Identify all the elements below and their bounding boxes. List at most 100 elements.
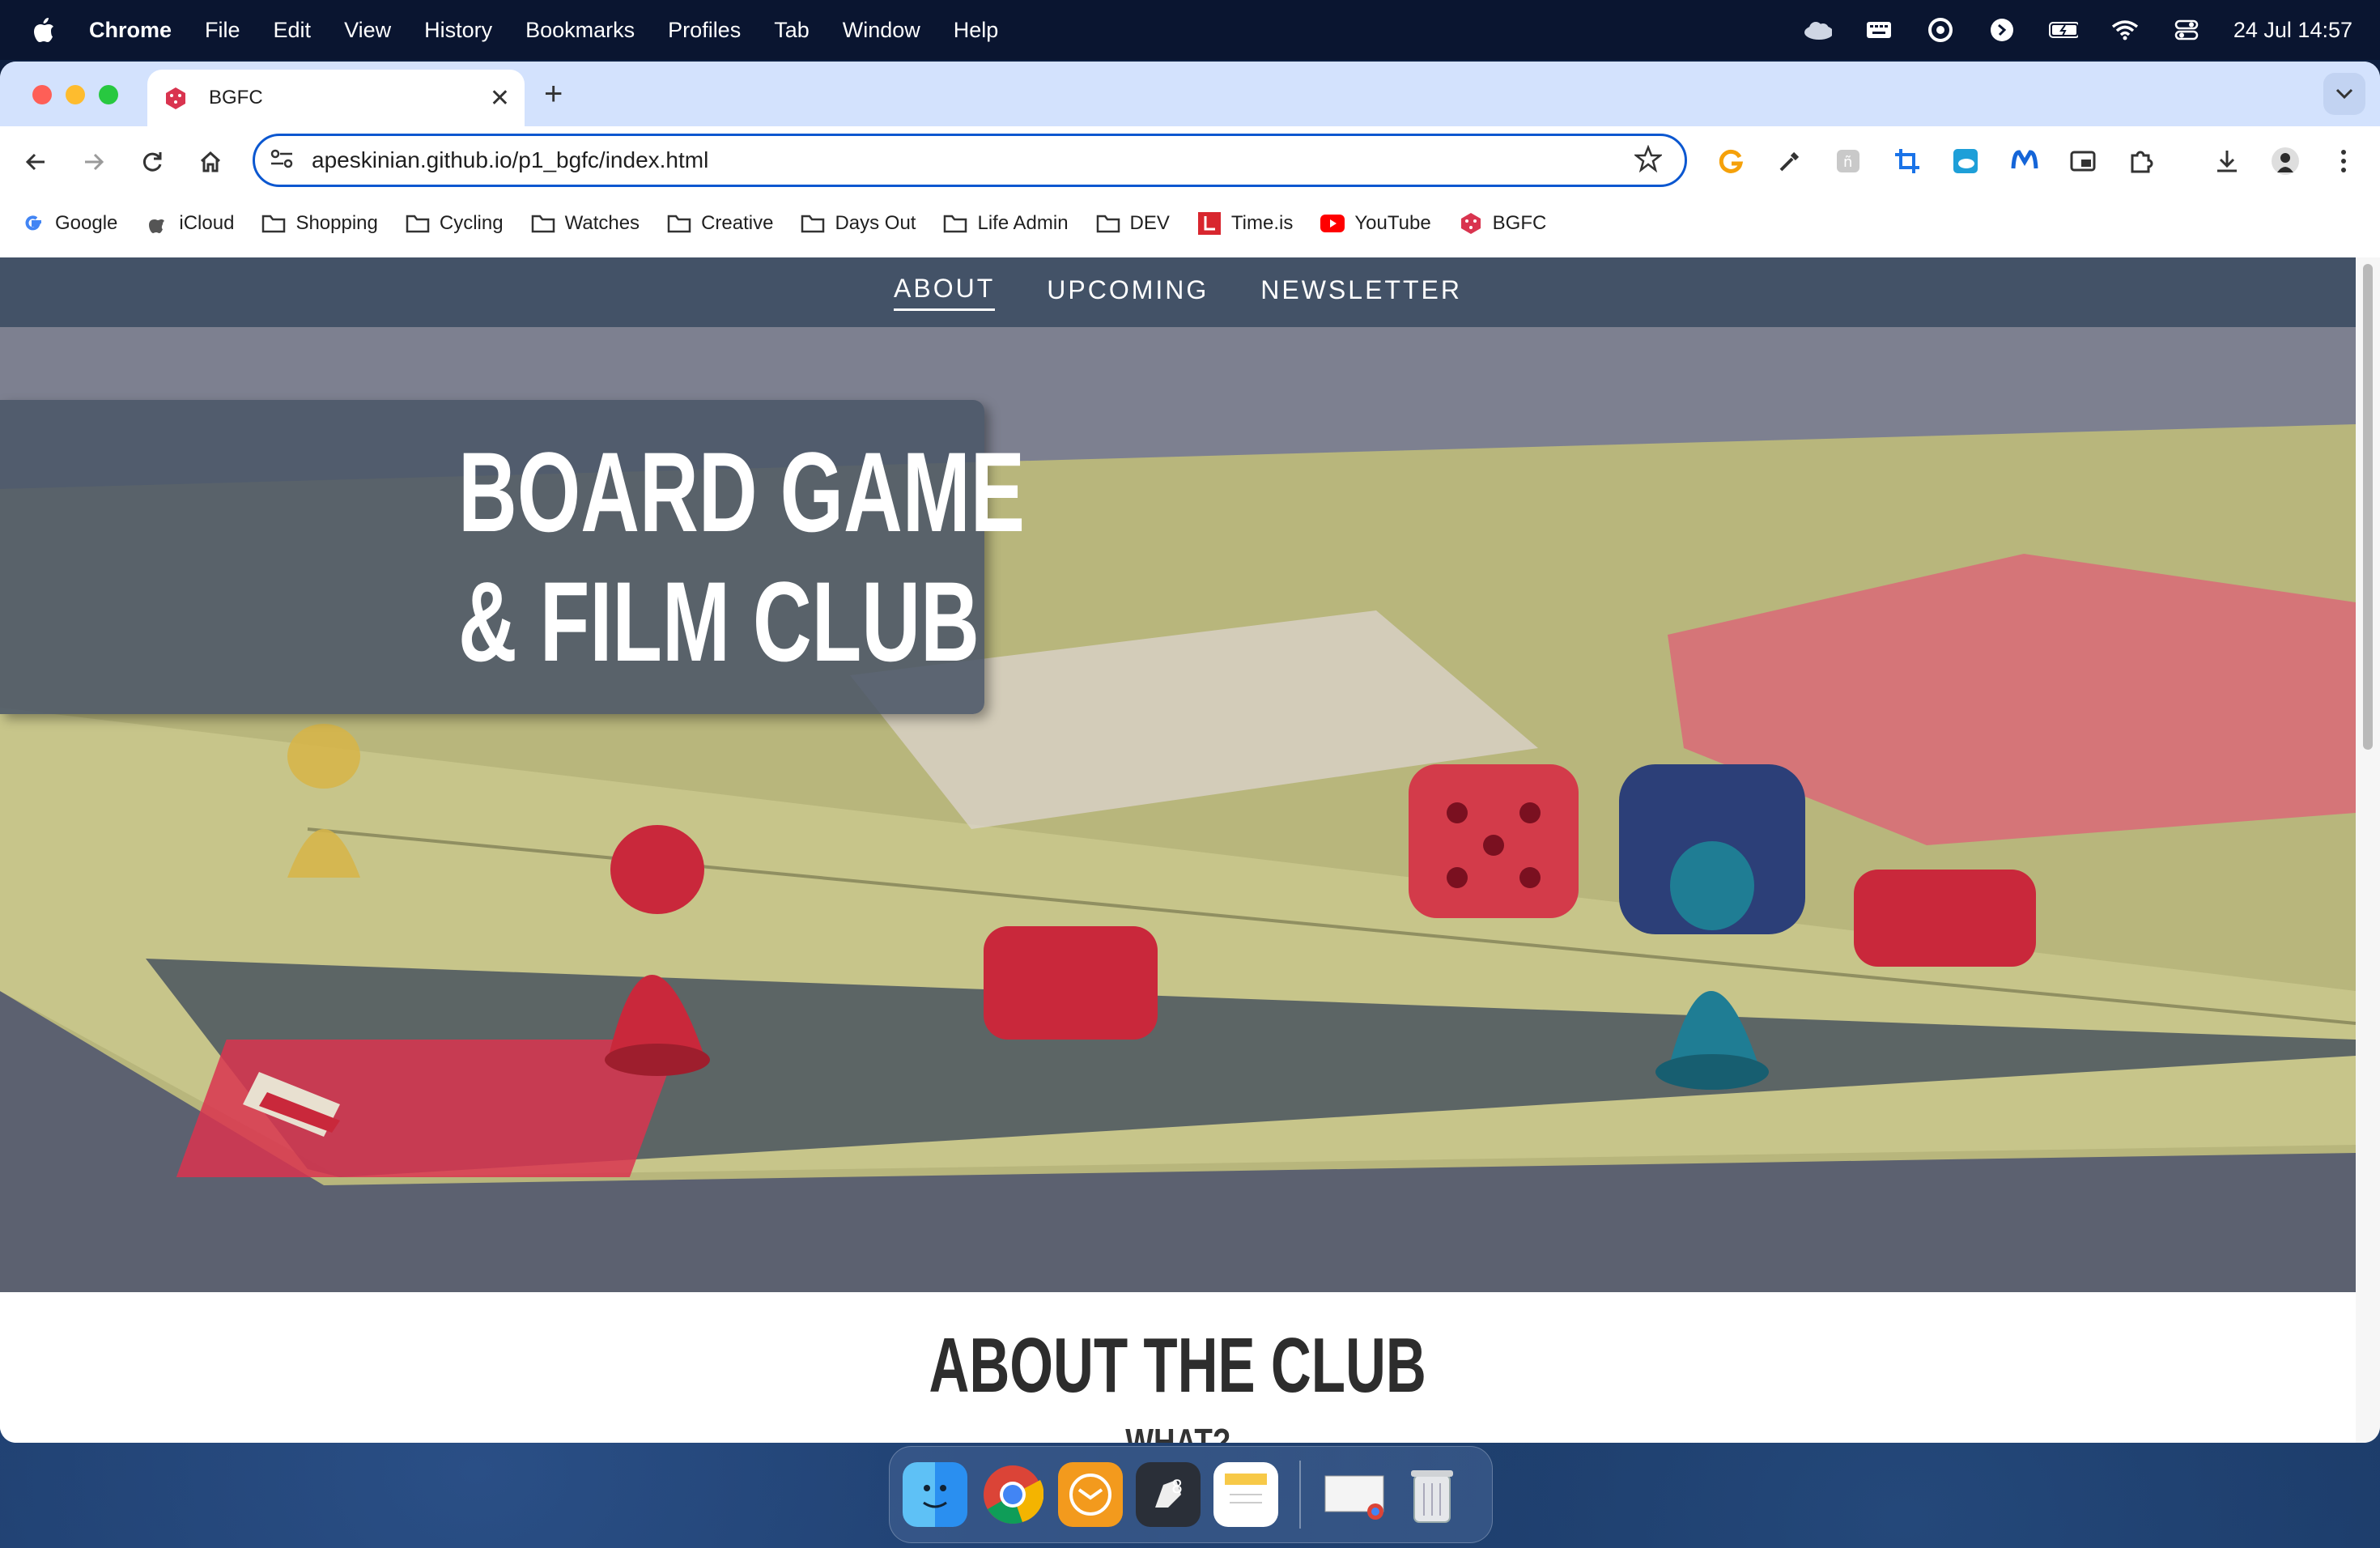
- address-bar[interactable]: apeskinian.github.io/p1_bgfc/index.html: [253, 134, 1687, 187]
- bookmark-label: DEV: [1129, 212, 1170, 234]
- menu-window[interactable]: Window: [843, 18, 920, 43]
- menu-profiles[interactable]: Profiles: [668, 18, 741, 43]
- site-nav: ABOUT UPCOMING NEWSLETTER: [0, 257, 2356, 327]
- weather-extension-icon[interactable]: [1947, 142, 1984, 180]
- notes-icon[interactable]: [1213, 1462, 1278, 1527]
- dock-separator: [1299, 1461, 1301, 1529]
- apple-icon[interactable]: [32, 16, 57, 44]
- battery-icon[interactable]: [2048, 15, 2078, 45]
- chrome-window-thumbnail[interactable]: [1322, 1462, 1387, 1527]
- back-arrow-icon[interactable]: [16, 142, 55, 181]
- forward-arrow-icon[interactable]: [74, 142, 113, 181]
- extension-grey-icon[interactable]: ñ: [1830, 142, 1867, 180]
- extension-g-icon[interactable]: [1712, 142, 1749, 180]
- profile-avatar[interactable]: [2267, 142, 2304, 180]
- tab-strip: BGFC ✕ +: [0, 62, 2380, 126]
- shazam-icon[interactable]: [1987, 15, 2017, 45]
- menu-tab[interactable]: Tab: [774, 18, 810, 43]
- bookmark-label: Days Out: [835, 212, 916, 234]
- bookmark-bgfc[interactable]: BGFC: [1459, 212, 1546, 235]
- svg-text:8: 8: [1171, 1478, 1183, 1498]
- bookmark-icloud[interactable]: iCloud: [145, 212, 234, 235]
- mail-icon[interactable]: [1058, 1462, 1123, 1527]
- reload-icon[interactable]: [133, 142, 172, 181]
- bookmark-cycling[interactable]: Cycling: [406, 212, 504, 235]
- bookmark-days-out[interactable]: Days Out: [801, 212, 916, 235]
- menu-history[interactable]: History: [424, 18, 492, 43]
- bookmarks-bar: Google iCloud Shopping Cycling Watches C…: [0, 198, 2380, 249]
- extensions-puzzle-icon[interactable]: [2123, 142, 2160, 180]
- trash-icon[interactable]: [1400, 1462, 1464, 1527]
- more-menu-icon[interactable]: [2325, 142, 2362, 180]
- bookmark-star-icon[interactable]: [1633, 144, 1664, 176]
- bookmark-google[interactable]: Google: [21, 212, 117, 235]
- menu-app-name[interactable]: Chrome: [89, 18, 172, 43]
- scrollbar-thumb[interactable]: [2363, 264, 2373, 750]
- nav-newsletter[interactable]: NEWSLETTER: [1260, 275, 1462, 310]
- bookmark-creative[interactable]: Creative: [667, 212, 773, 235]
- folder-icon: [801, 213, 825, 234]
- minimize-window-button[interactable]: [66, 85, 85, 104]
- bookmark-dev[interactable]: DEV: [1096, 212, 1170, 235]
- new-tab-button[interactable]: +: [544, 76, 563, 113]
- svg-text:ñ: ñ: [1843, 154, 1852, 171]
- about-heading: ABOUT THE CLUB: [0, 1321, 2356, 1410]
- tab-title: BGFC: [209, 87, 263, 108]
- browser-window: BGFC ✕ + apeskinian.github.io/p1_bgfc/in…: [0, 62, 2380, 1443]
- about-subheading: WHAT?: [0, 1420, 2356, 1443]
- site-info-icon[interactable]: [270, 149, 295, 172]
- unicorn-app-icon[interactable]: 8: [1136, 1462, 1201, 1527]
- keyboard-icon[interactable]: [1864, 15, 1893, 45]
- nav-upcoming[interactable]: UPCOMING: [1047, 275, 1209, 310]
- page-scrollbar[interactable]: [2356, 257, 2380, 1443]
- folder-icon: [261, 213, 286, 234]
- malwarebytes-icon[interactable]: [2006, 142, 2043, 180]
- menu-edit[interactable]: Edit: [274, 18, 312, 43]
- crop-icon[interactable]: [1889, 142, 1926, 180]
- tab-search-button[interactable]: [2323, 73, 2365, 115]
- apple-icon: [145, 213, 169, 234]
- bookmark-label: Creative: [701, 212, 774, 234]
- menu-file[interactable]: File: [205, 18, 240, 43]
- menu-view[interactable]: View: [344, 18, 391, 43]
- folder-icon: [531, 213, 555, 234]
- picture-in-picture-icon[interactable]: [2064, 142, 2102, 180]
- control-center-icon[interactable]: [2172, 15, 2201, 45]
- bookmark-shopping[interactable]: Shopping: [261, 212, 378, 235]
- youtube-icon: [1320, 213, 1345, 234]
- bookmark-life-admin[interactable]: Life Admin: [943, 212, 1069, 235]
- clock[interactable]: 24 Jul 14:57: [2233, 18, 2352, 43]
- menu-help[interactable]: Help: [954, 18, 999, 43]
- menu-bookmarks[interactable]: Bookmarks: [525, 18, 635, 43]
- web-page: ABOUT UPCOMING NEWSLETTER BOARD GAME & F…: [0, 257, 2356, 1443]
- bookmark-watches[interactable]: Watches: [531, 212, 640, 235]
- eyedropper-icon[interactable]: [1771, 142, 1808, 180]
- close-tab-icon[interactable]: ✕: [490, 84, 510, 113]
- dice-icon: [164, 86, 188, 110]
- close-window-button[interactable]: [32, 85, 52, 104]
- browser-toolbar: apeskinian.github.io/p1_bgfc/index.html …: [0, 126, 2380, 198]
- folder-icon: [943, 213, 967, 234]
- bookmark-label: Google: [55, 212, 118, 234]
- folder-icon: [406, 213, 430, 234]
- wifi-icon[interactable]: [2110, 15, 2140, 45]
- chrome-icon[interactable]: [980, 1462, 1045, 1527]
- finder-icon[interactable]: [903, 1462, 967, 1527]
- hero-image: BOARD GAME & FILM CLUB: [0, 327, 2356, 1292]
- download-icon[interactable]: [2208, 142, 2246, 180]
- about-heading-text: ABOUT THE CLUB: [929, 1322, 1427, 1409]
- focus-icon[interactable]: [1926, 15, 1955, 45]
- bookmark-timeis[interactable]: Time.is: [1197, 212, 1293, 235]
- bookmark-youtube[interactable]: YouTube: [1320, 212, 1431, 235]
- bookmark-label: Life Admin: [977, 212, 1069, 234]
- url-text[interactable]: apeskinian.github.io/p1_bgfc/index.html: [312, 147, 708, 173]
- hero-title-box: BOARD GAME & FILM CLUB: [0, 400, 1025, 714]
- home-icon[interactable]: [191, 142, 230, 181]
- nav-about[interactable]: ABOUT: [894, 274, 996, 311]
- bookmark-label: Watches: [564, 212, 640, 234]
- about-section: ABOUT THE CLUB WHAT?: [0, 1292, 2356, 1443]
- icloud-icon[interactable]: [1803, 15, 1832, 45]
- tab-bgfc[interactable]: BGFC ✕: [147, 70, 525, 126]
- hero-title-line-1: BOARD GAME: [458, 428, 1025, 555]
- zoom-window-button[interactable]: [99, 85, 118, 104]
